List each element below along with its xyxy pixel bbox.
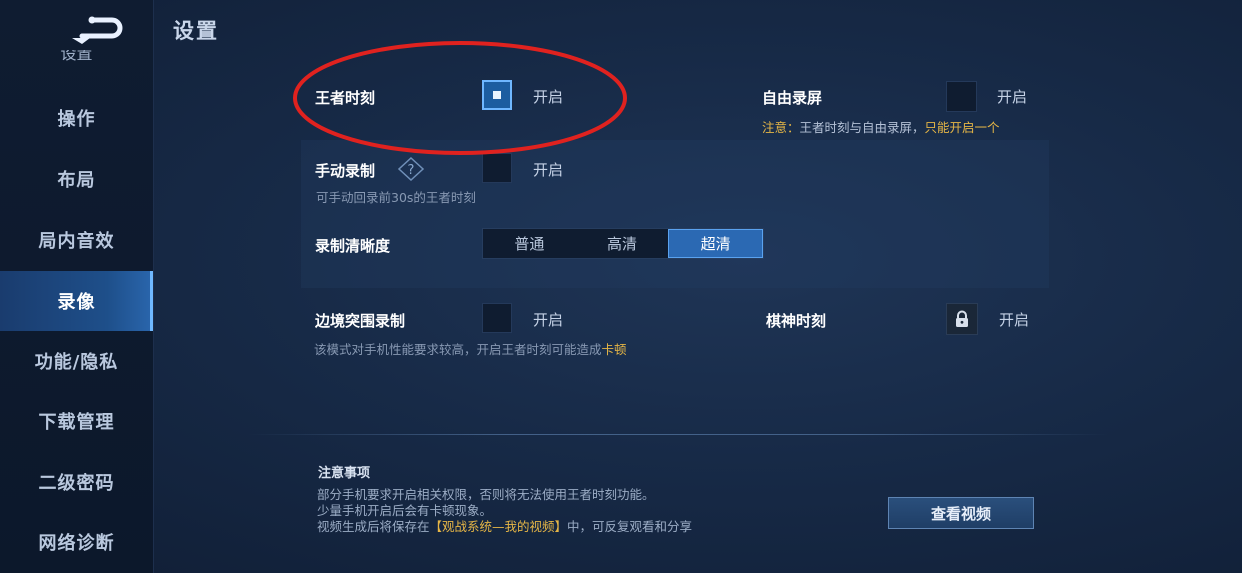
sidebar-item-recording[interactable]: 录像 <box>0 271 153 331</box>
manual-record-toggle-label: 开启 <box>533 161 564 179</box>
border-breakout-checkbox[interactable] <box>482 303 512 333</box>
help-question-icon[interactable]: ? <box>398 157 424 181</box>
sidebar: 设置 操作 布局 局内音效 录像 功能/隐私 下载管理 二级密码 网络诊断 <box>0 0 154 573</box>
quality-option-normal[interactable]: 普通 <box>483 229 576 258</box>
wangzhe-moment-toggle-label: 开启 <box>533 88 564 106</box>
border-breakout-toggle-label: 开启 <box>533 311 564 329</box>
svg-text:?: ? <box>408 163 415 178</box>
notes-line-3-suffix: 中，可反复观看和分享 <box>567 519 693 534</box>
view-video-button[interactable]: 查看视频 <box>888 497 1034 529</box>
back-arrow-icon <box>72 16 123 44</box>
chess-moment-toggle-label: 开启 <box>999 311 1030 329</box>
wangzhe-moment-checkbox[interactable] <box>482 80 512 110</box>
sidebar-item-features-privacy[interactable]: 功能/隐私 <box>0 331 153 391</box>
free-record-checkbox[interactable] <box>946 81 977 112</box>
note-highlight: 只能开启一个 <box>924 120 1000 135</box>
description-highlight: 卡顿 <box>601 342 627 357</box>
note-prefix: 注意： <box>762 120 800 135</box>
notes-line-3-prefix: 视频生成后将保存在 <box>317 519 430 534</box>
notes-line-3: 视频生成后将保存在【观战系统—我的视频】中，可反复观看和分享 <box>317 516 692 535</box>
wangzhe-moment-label: 王者时刻 <box>315 89 376 107</box>
quality-option-ultra[interactable]: 超清 <box>668 229 764 258</box>
chess-moment-label: 棋神时刻 <box>766 312 827 330</box>
free-record-note: 注意：王者时刻与自由录屏，只能开启一个 <box>762 117 1000 136</box>
note-middle: 王者时刻与自由录屏， <box>799 120 925 135</box>
sidebar-item-secondary-password[interactable]: 二级密码 <box>0 452 153 512</box>
sidebar-item-layout[interactable]: 布局 <box>0 149 153 209</box>
manual-record-label: 手动录制 <box>315 162 376 180</box>
page-title: 设置 <box>173 19 219 43</box>
notes-title: 注意事项 <box>318 466 371 481</box>
description-text: 该模式对手机性能要求较高，开启王者时刻可能造成 <box>314 342 602 357</box>
manual-record-description: 可手动回录前30s的王者时刻 <box>316 190 476 205</box>
sidebar-item-controls[interactable]: 操作 <box>0 88 153 148</box>
border-breakout-description: 该模式对手机性能要求较高，开启王者时刻可能造成卡顿 <box>314 339 627 358</box>
back-button[interactable] <box>68 14 126 46</box>
chess-moment-locked-checkbox[interactable] <box>946 303 978 335</box>
sidebar-item-network-diagnosis[interactable]: 网络诊断 <box>0 512 153 572</box>
free-record-label: 自由录屏 <box>762 89 823 107</box>
section-divider <box>248 434 1108 435</box>
sidebar-item-downloads[interactable]: 下载管理 <box>0 391 153 451</box>
quality-label: 录制清晰度 <box>315 237 391 255</box>
sidebar-item-ingame-audio[interactable]: 局内音效 <box>0 210 153 270</box>
manual-record-checkbox[interactable] <box>482 153 512 183</box>
quality-option-high[interactable]: 高清 <box>576 229 669 258</box>
border-breakout-label: 边境突围录制 <box>315 312 406 330</box>
checked-indicator-icon <box>493 91 501 99</box>
sidebar-item-partial[interactable]: 设置 <box>0 50 153 68</box>
lock-icon <box>956 310 968 327</box>
free-record-toggle-label: 开启 <box>997 88 1028 106</box>
notes-line-3-highlight: 【观战系统—我的视频】 <box>429 519 568 534</box>
quality-selector: 普通 高清 超清 <box>482 228 764 259</box>
